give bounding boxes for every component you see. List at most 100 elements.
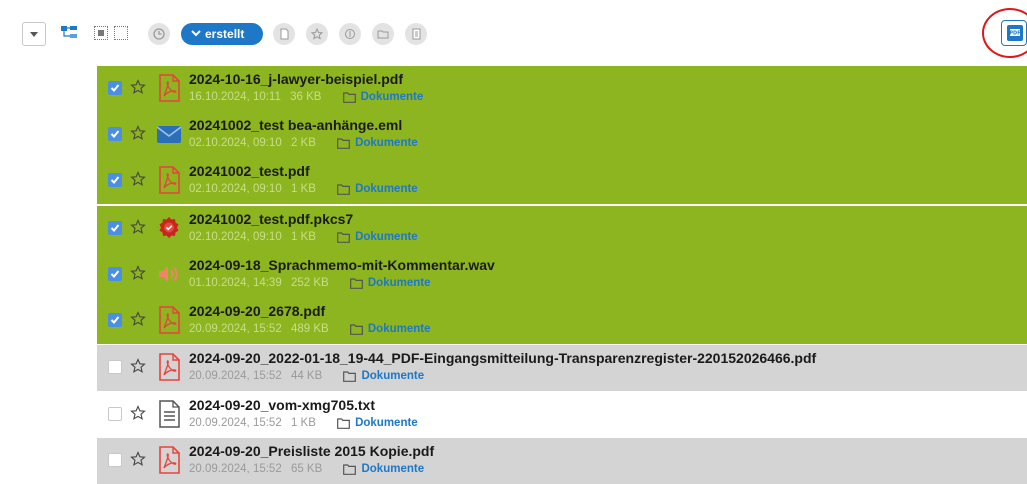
pdf-export-button[interactable]: PDF <box>1001 20 1027 46</box>
file-name[interactable]: 2024-09-20_Preisliste 2015 Kopie.pdf <box>189 443 434 459</box>
select-checkbox[interactable] <box>108 313 122 327</box>
folder-link[interactable]: Dokumente <box>343 463 424 475</box>
select-checkbox[interactable] <box>108 173 122 187</box>
file-row[interactable]: 2024-09-20_2678.pdf 20.09.2024, 15:52 48… <box>97 298 1027 344</box>
select-checkbox[interactable] <box>108 221 122 235</box>
favorite-star-icon[interactable] <box>130 311 146 327</box>
select-checkbox[interactable] <box>108 453 122 467</box>
select-checkbox[interactable] <box>108 127 122 141</box>
select-none-icon[interactable] <box>114 26 128 40</box>
text-file-icon <box>157 400 181 428</box>
svg-text:PDF: PDF <box>1009 31 1020 37</box>
favorite-star-icon[interactable] <box>130 265 146 281</box>
file-row[interactable]: 2024-09-20_2022-01-18_19-44_PDF-Eingangs… <box>97 345 1027 391</box>
document-icon <box>280 28 289 40</box>
sort-filter-created-button[interactable]: erstellt <box>181 23 263 45</box>
pdf-icon <box>157 74 181 102</box>
folder-label: Dokumente <box>361 463 425 475</box>
file-name[interactable]: 2024-09-20_vom-xmg705.txt <box>189 397 375 413</box>
favorite-star-icon[interactable] <box>130 451 146 467</box>
folder-link[interactable]: Dokumente <box>337 417 418 429</box>
file-row[interactable]: 2024-09-20_vom-xmg705.txt 20.09.2024, 15… <box>97 392 1027 438</box>
file-size: 1 KB <box>290 417 316 429</box>
sort-filter-label: erstellt <box>205 27 245 41</box>
file-name[interactable]: 20241002_test bea-anhänge.eml <box>189 117 402 133</box>
file-name[interactable]: 2024-09-18_Sprachmemo-mit-Kommentar.wav <box>189 257 495 273</box>
file-date: 16.10.2024, 10:11 <box>189 91 281 103</box>
folder-link[interactable]: Dokumente <box>342 91 423 103</box>
pdf-export-icon: PDF <box>1007 25 1023 41</box>
file-date: 20.09.2024, 15:52 <box>189 323 282 335</box>
favorite-star-icon[interactable] <box>130 358 146 374</box>
file-name[interactable]: 2024-10-16_j-lawyer-beispiel.pdf <box>189 71 403 87</box>
clock-button[interactable] <box>148 23 170 45</box>
tree-view-icon[interactable] <box>60 24 78 42</box>
folder-icon <box>337 232 350 243</box>
folder-icon <box>349 324 363 335</box>
favorite-star-icon[interactable] <box>130 125 146 141</box>
clock-icon <box>153 28 165 40</box>
favorite-filter-button[interactable] <box>306 23 328 45</box>
file-row[interactable]: 2024-09-20_Preisliste 2015 Kopie.pdf 20.… <box>97 438 1027 484</box>
select-checkbox[interactable] <box>108 267 122 281</box>
folder-link[interactable]: Dokumente <box>337 137 418 149</box>
file-name[interactable]: 20241002_test.pdf.pkcs7 <box>189 211 353 227</box>
file-name[interactable]: 2024-09-20_2678.pdf <box>189 303 325 319</box>
file-size: 2 KB <box>290 137 316 149</box>
favorite-star-icon[interactable] <box>130 219 146 235</box>
file-meta: 02.10.2024, 09:10 1 KB Dokumente <box>189 231 418 243</box>
favorite-star-icon[interactable] <box>130 79 146 95</box>
folder-link[interactable]: Dokumente <box>343 370 424 382</box>
file-size: 489 KB <box>290 323 329 335</box>
folder-label: Dokumente <box>367 323 431 335</box>
folder-filter-button[interactable] <box>372 23 394 45</box>
file-row[interactable]: 20241002_test bea-anhänge.eml 02.10.2024… <box>97 112 1027 158</box>
file-date: 01.10.2024, 14:39 <box>189 277 282 289</box>
file-meta: 20.09.2024, 15:52 65 KB Dokumente <box>189 463 424 475</box>
tag-icon <box>345 29 355 39</box>
select-checkbox[interactable] <box>108 81 122 95</box>
audio-icon <box>157 260 181 288</box>
file-date: 20.09.2024, 15:52 <box>189 417 282 429</box>
folder-label: Dokumente <box>355 137 418 149</box>
pdf-icon <box>157 306 181 334</box>
favorite-star-icon[interactable] <box>130 171 146 187</box>
folder-icon <box>343 371 357 382</box>
file-row[interactable]: 20241002_test.pdf 02.10.2024, 09:10 1 KB… <box>97 158 1027 204</box>
star-icon <box>311 28 323 40</box>
folder-label: Dokumente <box>355 417 418 429</box>
select-some-icon[interactable] <box>94 26 108 40</box>
folder-icon <box>343 464 357 475</box>
folder-link[interactable]: Dokumente <box>349 277 431 289</box>
file-meta: 02.10.2024, 09:10 1 KB Dokumente <box>189 183 418 195</box>
file-row[interactable]: 2024-09-18_Sprachmemo-mit-Kommentar.wav … <box>97 252 1027 298</box>
file-row[interactable]: 20241002_test.pdf.pkcs7 02.10.2024, 09:1… <box>97 206 1027 252</box>
document-filter-button[interactable] <box>273 23 295 45</box>
pdf-icon <box>157 166 181 194</box>
dropdown-button[interactable] <box>22 22 46 46</box>
file-row[interactable]: 2024-10-16_j-lawyer-beispiel.pdf 16.10.2… <box>97 66 1027 112</box>
select-checkbox[interactable] <box>108 360 122 374</box>
file-size: 1 KB <box>290 231 316 243</box>
folder-icon <box>377 30 389 39</box>
folder-label: Dokumente <box>355 183 418 195</box>
file-meta: 20.09.2024, 15:52 1 KB Dokumente <box>189 417 418 429</box>
folder-icon <box>349 278 363 289</box>
file-filter-button[interactable] <box>405 23 427 45</box>
tag-filter-button[interactable] <box>339 23 361 45</box>
folder-icon <box>337 138 350 149</box>
folder-icon <box>337 184 350 195</box>
file-name[interactable]: 20241002_test.pdf <box>189 163 310 179</box>
folder-link[interactable]: Dokumente <box>337 183 418 195</box>
folder-link[interactable]: Dokumente <box>337 231 418 243</box>
select-checkbox[interactable] <box>108 407 122 421</box>
folder-label: Dokumente <box>361 370 425 382</box>
file-meta: 16.10.2024, 10:11 36 KB Dokumente <box>189 91 423 103</box>
file-size: 1 KB <box>290 183 316 195</box>
file-name[interactable]: 2024-09-20_2022-01-18_19-44_PDF-Eingangs… <box>189 350 816 366</box>
folder-link[interactable]: Dokumente <box>349 323 431 335</box>
folder-icon <box>337 418 350 429</box>
file-size: 252 KB <box>290 277 329 289</box>
favorite-star-icon[interactable] <box>130 405 146 421</box>
file-date: 20.09.2024, 15:52 <box>189 370 282 382</box>
